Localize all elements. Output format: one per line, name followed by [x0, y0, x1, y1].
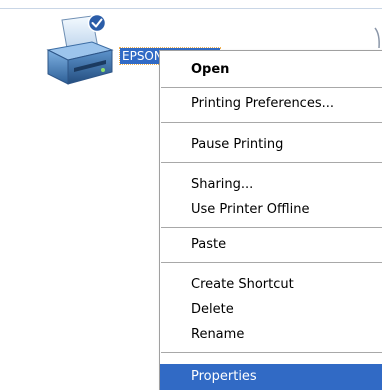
menu-separator [161, 162, 382, 163]
menu-separator [161, 352, 382, 353]
menu-separator [161, 87, 382, 88]
context-menu: Open Printing Preferences... Pause Print… [159, 50, 382, 390]
check-badge-icon [87, 13, 107, 33]
printer-icon[interactable] [40, 12, 120, 92]
menu-item-use-printer-offline[interactable]: Use Printer Offline [160, 197, 382, 223]
menu-item-pause-printing[interactable]: Pause Printing [160, 132, 382, 158]
menu-item-create-shortcut[interactable]: Create Shortcut [160, 272, 382, 298]
window-top-border [0, 8, 382, 9]
desktop-window: EPSON LX-300+ Open Printing Preferences.… [0, 0, 382, 390]
menu-separator [161, 262, 382, 263]
menu-item-properties[interactable]: Properties [160, 364, 382, 390]
menu-item-rename[interactable]: Rename [160, 322, 382, 348]
menu-item-delete[interactable]: Delete [160, 297, 382, 323]
menu-item-paste[interactable]: Paste [160, 232, 382, 258]
partial-icon-edge [374, 27, 380, 49]
menu-separator [161, 227, 382, 228]
menu-item-open[interactable]: Open [160, 57, 382, 83]
menu-item-printing-preferences[interactable]: Printing Preferences... [160, 91, 382, 117]
menu-separator [161, 122, 382, 123]
menu-item-sharing[interactable]: Sharing... [160, 172, 382, 198]
